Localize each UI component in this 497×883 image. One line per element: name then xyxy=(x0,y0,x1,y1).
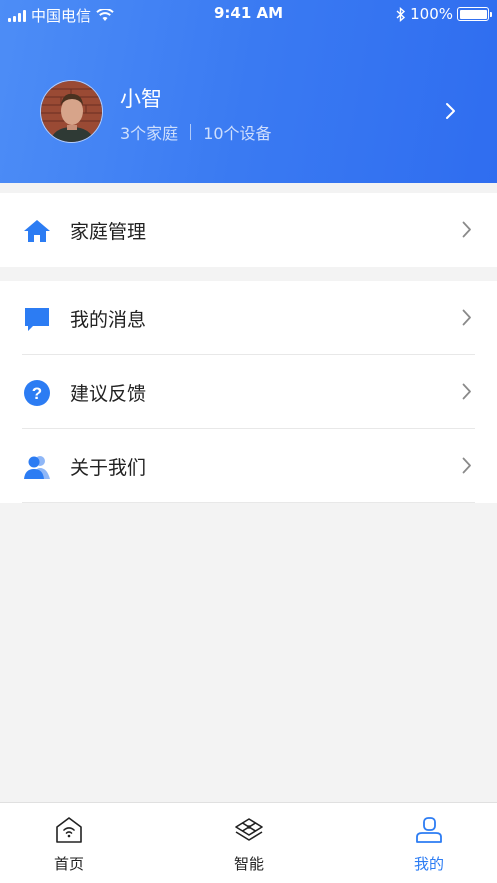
tab-home[interactable]: 首页 xyxy=(9,803,129,883)
divider xyxy=(190,124,192,140)
menu-item-family-management[interactable]: 家庭管理 xyxy=(0,193,497,267)
chevron-right-icon[interactable] xyxy=(445,102,457,120)
menu-item-about-us[interactable]: 关于我们 xyxy=(0,429,497,503)
menu-label: 家庭管理 xyxy=(70,221,147,243)
home-icon xyxy=(24,220,50,242)
bluetooth-icon xyxy=(396,6,406,22)
tab-smart[interactable]: 智能 xyxy=(189,803,309,883)
svg-text:?: ? xyxy=(32,384,42,403)
message-icon xyxy=(25,308,49,331)
tab-label: 首页 xyxy=(53,855,84,873)
menu-label: 建议反馈 xyxy=(70,383,147,405)
menu-item-messages[interactable]: 我的消息 xyxy=(0,281,497,355)
avatar[interactable] xyxy=(40,80,103,143)
profile-card[interactable]: 小智 3个家庭 10个设备 xyxy=(0,70,497,150)
question-icon: ? xyxy=(24,380,50,406)
chevron-right-icon xyxy=(462,309,471,326)
profile-header: 中国电信 9:41 AM 100% 小智 3个家庭 10个设备 xyxy=(0,0,497,183)
home-wifi-icon xyxy=(56,817,82,843)
menu-label: 我的消息 xyxy=(70,309,147,331)
tab-label: 我的 xyxy=(413,855,444,873)
tab-bar: 首页 智能 我的 xyxy=(0,802,497,883)
status-bar: 中国电信 9:41 AM 100% xyxy=(0,0,497,28)
battery-icon xyxy=(457,7,492,21)
layers-icon xyxy=(235,818,263,841)
chevron-right-icon xyxy=(462,383,471,400)
menu-item-feedback[interactable]: ? 建议反馈 xyxy=(0,355,497,429)
battery-percent: 100% xyxy=(410,5,453,23)
tab-label: 智能 xyxy=(233,855,264,873)
user-icon xyxy=(416,817,442,843)
menu-group-family: 家庭管理 xyxy=(0,193,497,267)
device-count: 10个设备 xyxy=(203,124,272,143)
chevron-right-icon xyxy=(462,221,471,238)
profile-stats: 3个家庭 10个设备 xyxy=(120,120,272,144)
menu-label: 关于我们 xyxy=(70,457,147,479)
tab-mine[interactable]: 我的 xyxy=(369,803,489,883)
profile-name: 小智 xyxy=(120,87,162,111)
family-count: 3个家庭 xyxy=(120,124,179,143)
menu-group-general: 我的消息 ? 建议反馈 关于我们 xyxy=(0,281,497,503)
users-icon xyxy=(24,456,50,479)
chevron-right-icon xyxy=(462,457,471,474)
